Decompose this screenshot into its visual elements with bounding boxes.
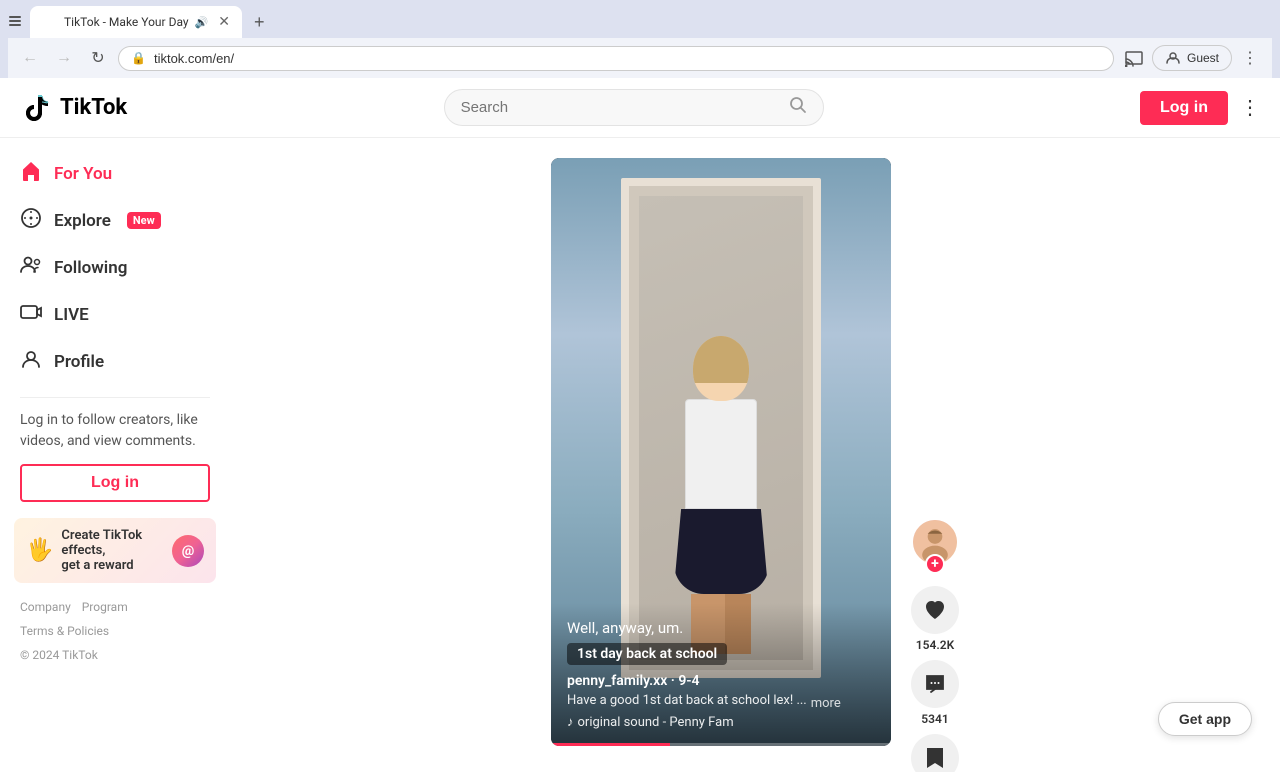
comment-count: 5341 <box>921 712 948 726</box>
cast-icon[interactable] <box>1120 44 1148 72</box>
profile-label: Profile <box>54 352 104 372</box>
footer-link-company[interactable]: Company <box>20 600 71 614</box>
guest-label: Guest <box>1187 51 1219 65</box>
header-login-button[interactable]: Log in <box>1140 91 1228 125</box>
person-skirt <box>674 509 769 594</box>
lock-icon: 🔒 <box>131 51 146 65</box>
footer-link-terms[interactable]: Terms & Policies <box>20 624 109 638</box>
video-caption: Well, anyway, um. <box>567 619 875 637</box>
app: TikTok Log in ⋮ For You <box>0 78 1280 772</box>
sidebar-item-live[interactable]: LIVE <box>0 291 230 338</box>
sidebar-cta-text: Log in to follow creators, like videos, … <box>0 410 230 452</box>
back-button[interactable]: ← <box>16 44 44 72</box>
main-content: Well, anyway, um. 1st day back at school… <box>230 138 1280 772</box>
tab-favicon-icon: ♪ <box>42 14 58 30</box>
home-icon <box>20 160 42 187</box>
creator-avatar-container[interactable]: + <box>911 518 959 566</box>
browser-chrome: ♪ TikTok - Make Your Day 🔊 ✕ + ← → ↻ 🔒 <box>0 0 1280 78</box>
browser-toolbar: ← → ↻ 🔒 Guest ⋮ <box>8 38 1272 78</box>
person-body <box>685 399 757 509</box>
like-button[interactable]: 154.2K <box>911 586 959 652</box>
tab-mute-icon[interactable]: 🔊 <box>195 16 209 29</box>
address-bar[interactable]: 🔒 <box>118 46 1114 71</box>
sidebar-item-following[interactable]: Following <box>0 244 230 291</box>
video-hashtag: 1st day back at school <box>567 643 727 665</box>
people-icon <box>20 254 42 281</box>
reload-button[interactable]: ↻ <box>84 44 112 72</box>
new-tab-button[interactable]: + <box>246 8 273 37</box>
action-sidebar: + 154.2K 5341 <box>911 158 959 752</box>
video-username[interactable]: penny_family.xx · 9-4 <box>567 673 875 689</box>
header: TikTok Log in ⋮ <box>0 78 1280 138</box>
sidebar-item-for-you[interactable]: For You <box>0 150 230 197</box>
logo-text: TikTok <box>60 95 127 120</box>
following-label: Following <box>54 258 127 278</box>
live-icon <box>20 301 42 328</box>
tab-list-button[interactable] <box>8 14 22 31</box>
progress-bar <box>551 743 891 746</box>
search-input[interactable] <box>461 99 781 116</box>
comment-button[interactable]: 5341 <box>911 660 959 726</box>
sidebar-footer: Company Program Terms & Policies © 2024 … <box>0 595 230 667</box>
person-icon <box>20 348 42 375</box>
sidebar-login-button[interactable]: Log in <box>20 464 210 502</box>
explore-new-badge: New <box>127 212 161 229</box>
video-overlay: Well, anyway, um. 1st day back at school… <box>551 603 891 746</box>
search-submit-button[interactable] <box>789 96 807 119</box>
follow-plus-button[interactable]: + <box>925 554 945 574</box>
sidebar-item-profile[interactable]: Profile <box>0 338 230 385</box>
progress-fill <box>551 743 670 746</box>
save-button[interactable]: 9883 <box>911 734 959 772</box>
more-button[interactable]: ⋮ <box>1236 44 1264 72</box>
header-more-button[interactable]: ⋮ <box>1240 95 1260 120</box>
hand-emoji: 🖐 <box>26 538 53 563</box>
compass-icon <box>20 207 42 234</box>
music-note-icon: ♪ <box>567 714 574 730</box>
effects-banner[interactable]: 🖐 Create TikTok effects, get a reward @ <box>14 518 216 583</box>
at-symbol: @ <box>182 543 195 559</box>
effects-icon-circle: @ <box>172 535 204 567</box>
video-card[interactable]: Well, anyway, um. 1st day back at school… <box>551 158 891 746</box>
header-right: Log in ⋮ <box>1140 91 1260 125</box>
forward-button[interactable]: → <box>50 44 78 72</box>
url-input[interactable] <box>154 51 1101 66</box>
search-bar[interactable] <box>444 89 824 126</box>
live-label: LIVE <box>54 305 89 325</box>
explore-label: Explore <box>54 211 111 231</box>
tab-close-button[interactable]: ✕ <box>218 14 230 30</box>
sound-name: original sound - Penny Fam <box>578 715 734 730</box>
effects-line1: Create TikTok effects, <box>61 528 164 558</box>
get-app-button[interactable]: Get app <box>1158 702 1252 736</box>
video-sound[interactable]: ♪ original sound - Penny Fam <box>567 714 875 730</box>
browser-tab[interactable]: ♪ TikTok - Make Your Day 🔊 ✕ <box>30 6 242 38</box>
bookmark-icon-circle <box>911 734 959 772</box>
sidebar-item-explore[interactable]: Explore New <box>0 197 230 244</box>
video-description: Have a good 1st dat back at school lex! … <box>567 693 807 708</box>
copyright-text: © 2024 TikTok <box>20 648 98 662</box>
body-layout: For You Explore New Following <box>0 138 1280 772</box>
person-hair <box>693 336 749 383</box>
like-count: 154.2K <box>916 638 954 652</box>
video-desc-row: Have a good 1st dat back at school lex! … <box>567 693 875 714</box>
video-more-button[interactable]: more <box>811 696 841 711</box>
effects-text-container: Create TikTok effects, get a reward <box>61 528 164 573</box>
effects-line2: get a reward <box>61 558 164 573</box>
tab-title: TikTok - Make Your Day <box>64 15 189 29</box>
get-app-container: Get app <box>1158 702 1252 736</box>
browser-tab-bar: ♪ TikTok - Make Your Day 🔊 ✕ + <box>8 6 1272 38</box>
person-head <box>693 336 749 401</box>
comment-icon-circle <box>911 660 959 708</box>
sidebar: For You Explore New Following <box>0 138 230 772</box>
footer-link-program[interactable]: Program <box>82 600 128 614</box>
heart-icon-circle <box>911 586 959 634</box>
feed-container: Well, anyway, um. 1st day back at school… <box>551 158 959 752</box>
logo[interactable]: TikTok <box>20 92 127 124</box>
sidebar-divider <box>20 397 210 398</box>
tiktok-logo-icon <box>20 92 52 124</box>
guest-button[interactable]: Guest <box>1152 45 1232 71</box>
for-you-label: For You <box>54 164 112 184</box>
toolbar-right: Guest ⋮ <box>1120 44 1264 72</box>
